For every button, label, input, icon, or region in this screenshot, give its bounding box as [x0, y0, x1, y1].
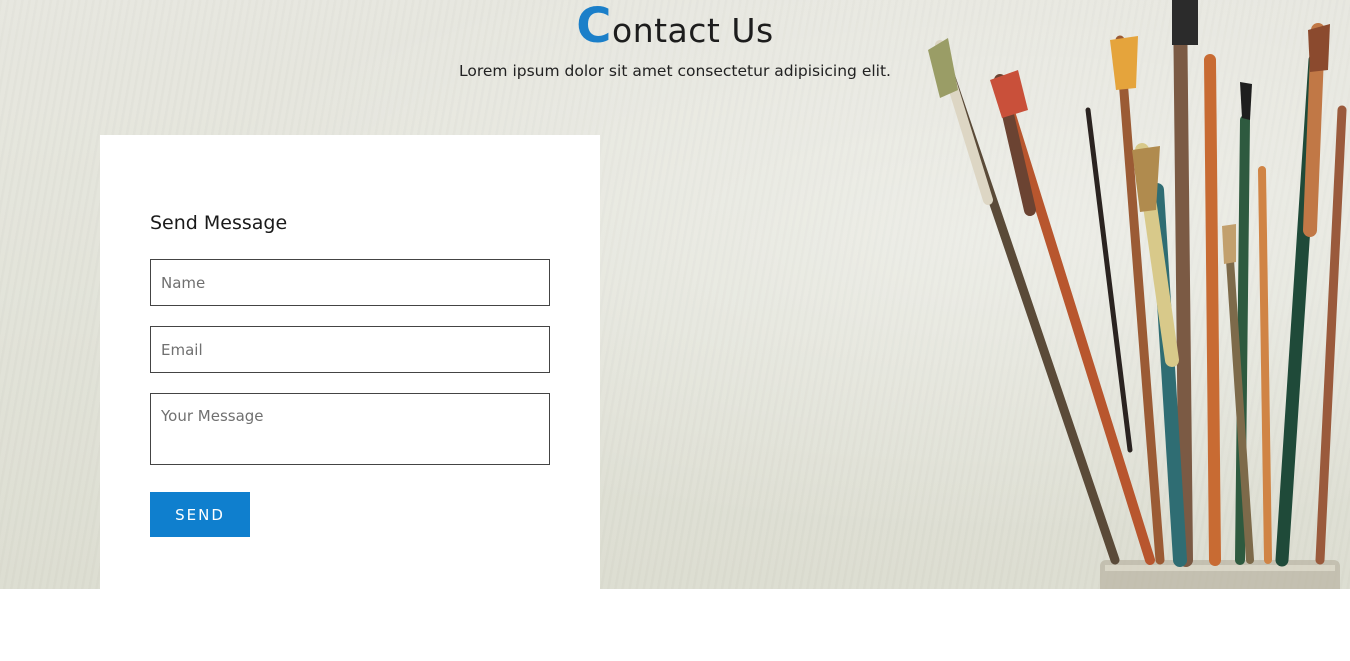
name-input[interactable]	[150, 259, 550, 306]
contact-form-card: Send Message SEND	[100, 135, 600, 589]
send-button[interactable]: SEND	[150, 492, 250, 537]
page-title: Contact Us	[0, 2, 1350, 50]
form-title: Send Message	[150, 212, 288, 234]
page-title-initial: C	[576, 0, 613, 54]
page-subtitle: Lorem ipsum dolor sit amet consectetur a…	[459, 62, 891, 80]
email-input[interactable]	[150, 326, 550, 373]
message-textarea[interactable]	[150, 393, 550, 465]
paint-brushes-image	[928, 0, 1347, 589]
page-title-rest: ontact Us	[612, 11, 774, 50]
